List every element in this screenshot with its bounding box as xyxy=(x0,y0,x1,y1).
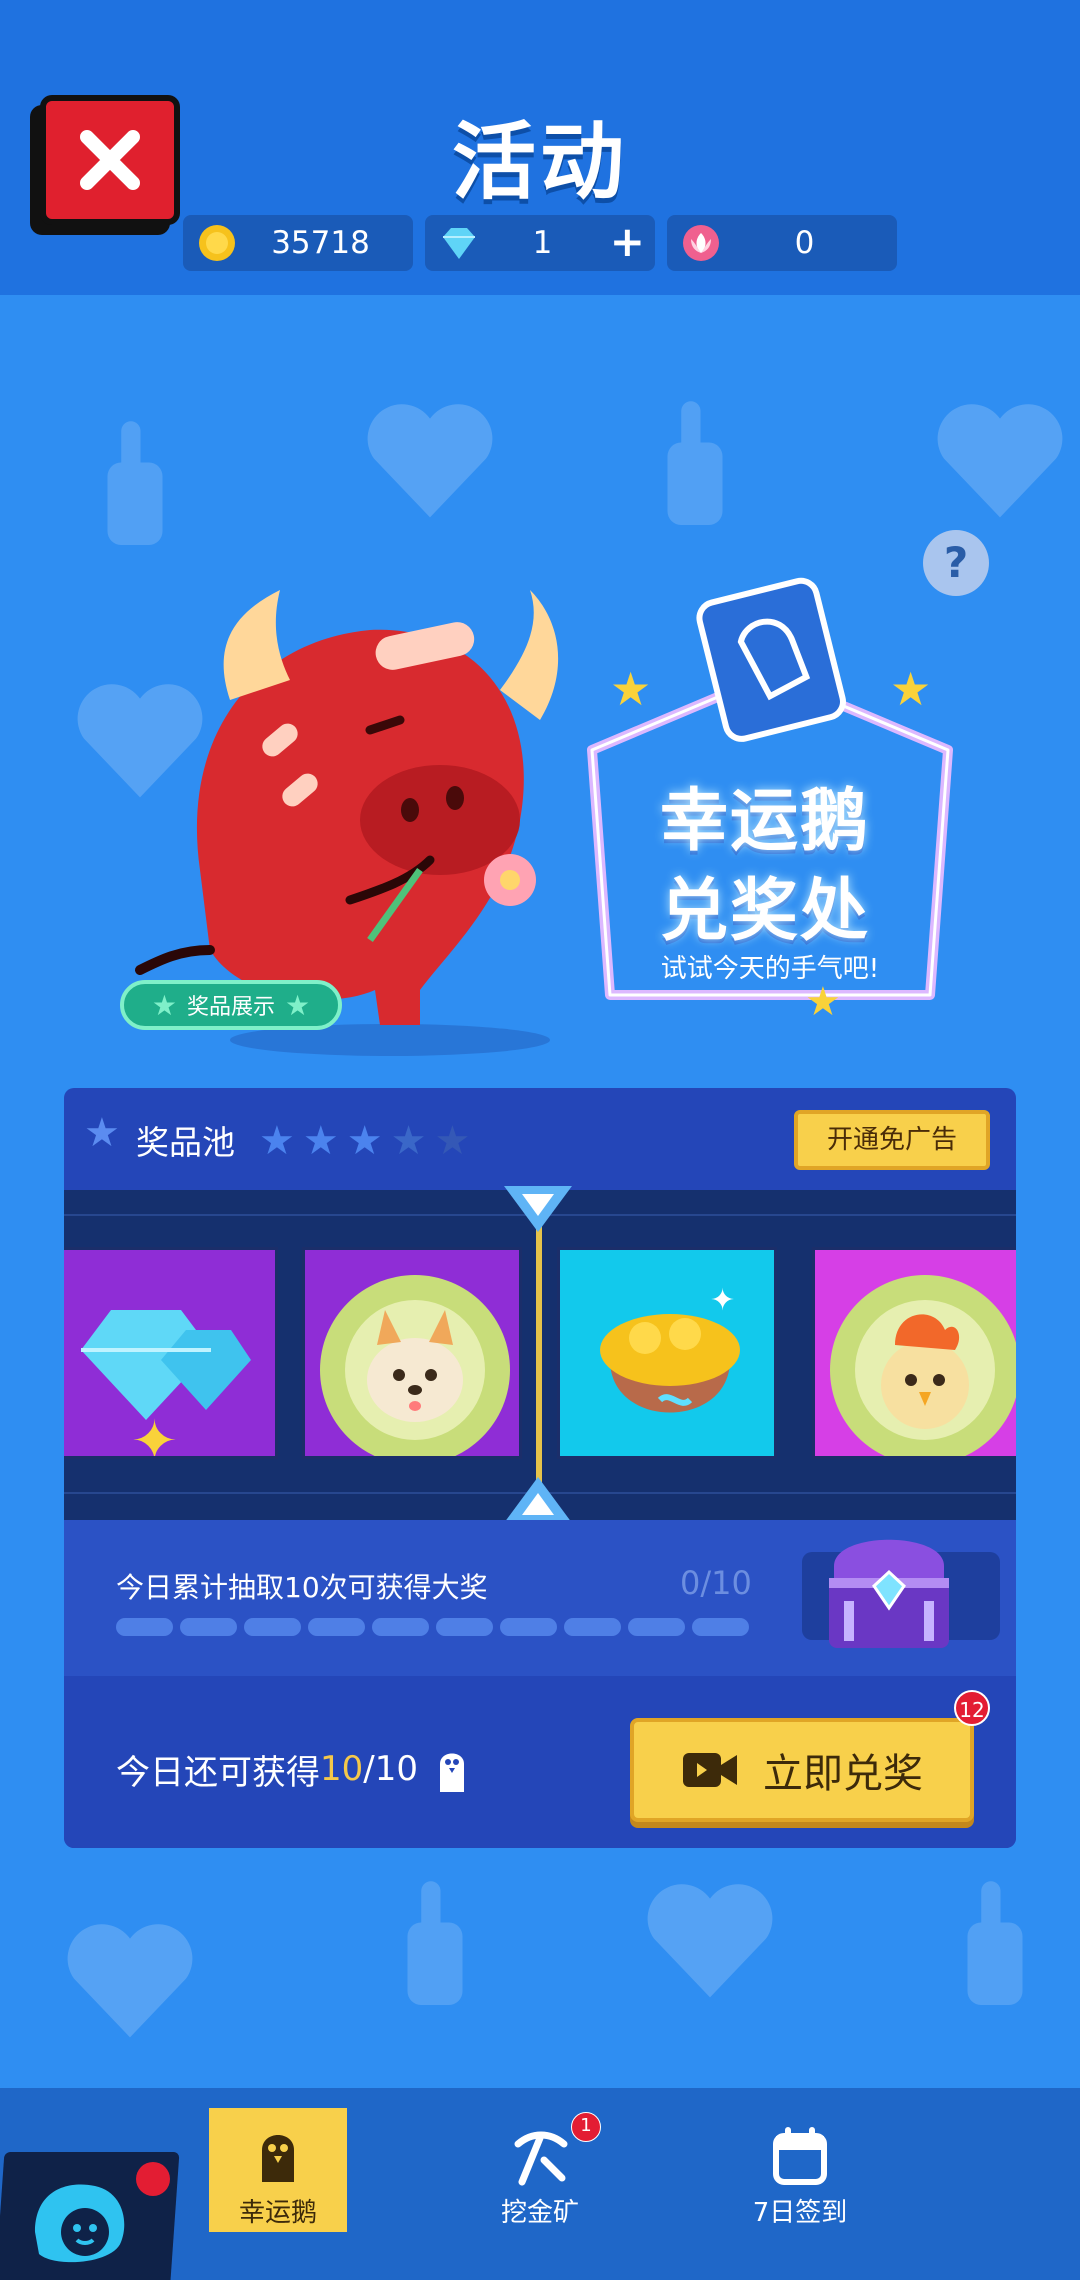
video-camera-icon xyxy=(683,1753,737,1787)
star-filled-icon: ★ xyxy=(259,1118,295,1164)
remaining-total: /10 xyxy=(363,1749,418,1789)
heart-icon xyxy=(937,404,1063,518)
prize-card-gold-bag: ✦ xyxy=(557,1247,777,1459)
sign-title-line2: 兑奖处 xyxy=(659,872,870,951)
diamond-prize-image: ✦ xyxy=(81,1310,251,1459)
coin-icon xyxy=(199,225,235,261)
nav-tab-7day-checkin[interactable]: 7日签到 xyxy=(731,2108,869,2232)
heart-icon xyxy=(647,1884,773,1998)
redeem-now-label: 立即兑奖 xyxy=(763,1751,923,1797)
pickaxe-icon xyxy=(514,2131,568,2186)
lotus-counter: 0 xyxy=(667,215,897,271)
progress-bar xyxy=(116,1618,749,1636)
redeem-now-button[interactable]: 立即兑奖 xyxy=(630,1718,974,1822)
treasure-chest-icon[interactable] xyxy=(804,1506,974,1676)
coin-counter: 35718 xyxy=(183,215,413,271)
star-icon: ★ xyxy=(434,1118,471,1164)
svg-text:✦: ✦ xyxy=(131,1409,178,1459)
svg-text:★: ★ xyxy=(610,662,651,716)
lotus-value: 0 xyxy=(794,225,815,261)
prize-carousel: ✦ ✦ xyxy=(64,1186,1016,1523)
chicken-cabbage-prize-image xyxy=(830,1275,1016,1456)
lotus-icon xyxy=(683,225,719,261)
star-filled-icon: ★ xyxy=(302,1118,339,1164)
gold-mine-badge: 1 xyxy=(571,2112,601,2142)
svg-text:★: ★ xyxy=(890,662,931,716)
add-diamond-button[interactable]: + xyxy=(610,217,645,266)
heart-icon xyxy=(67,1924,193,2038)
no-ads-button[interactable]: 开通免广告 xyxy=(794,1110,990,1170)
hand-icon xyxy=(967,1881,1023,2005)
progress-segment xyxy=(244,1618,301,1636)
remaining-prefix: 今日还可获得 xyxy=(116,1752,320,1793)
mascot-button[interactable] xyxy=(25,2172,135,2267)
progress-text: 今日累计抽取10次可获得大奖 xyxy=(116,1571,488,1604)
progress-segment xyxy=(180,1618,237,1636)
selector-line xyxy=(536,1190,542,1520)
progress-count: 0/10 xyxy=(680,1564,752,1602)
progress-segment xyxy=(372,1618,429,1636)
page-title: 活动 xyxy=(451,113,628,211)
prize-card-diamond: ✦ xyxy=(64,1247,278,1459)
star-filled-icon: ★ xyxy=(346,1118,383,1164)
prize-card-dog xyxy=(302,1247,522,1459)
diamond-value: 1 xyxy=(532,225,553,261)
selector-top-arrow-icon xyxy=(504,1186,572,1232)
daily-progress: 今日累计抽取10次可获得大奖 0/10 xyxy=(64,1520,1016,1676)
remaining-draws: 今日还可获得 10 /10 xyxy=(116,1744,472,1794)
prize-show-badge[interactable]: ★ 奖品展示 ★ xyxy=(120,980,342,1030)
star-icon: ★ xyxy=(390,1118,427,1164)
star-icon: ★ xyxy=(84,1110,120,1156)
star-icon: ★ xyxy=(285,988,311,1022)
star-icon: ★ xyxy=(151,988,177,1022)
progress-segment xyxy=(564,1618,621,1636)
nav-tab-gold-mine[interactable]: 挖金矿 1 xyxy=(471,2108,609,2232)
selector-bottom-arrow-icon xyxy=(504,1477,572,1523)
diamond-counter[interactable]: 1 + xyxy=(425,215,655,271)
prize-pool-header: ★ 奖品池 ★ ★ ★ ★ ★ 开通免广告 xyxy=(64,1088,1016,1190)
sign-title-line1: 幸运鹅 xyxy=(659,782,870,861)
star-rating: ★ ★ ★ ★ ★ xyxy=(259,1118,470,1164)
diamond-icon xyxy=(443,228,475,259)
progress-segment xyxy=(436,1618,493,1636)
goose-icon xyxy=(439,1753,464,1792)
coin-value: 35718 xyxy=(271,225,370,261)
nav-tab-lucky-goose[interactable]: 幸运鹅 xyxy=(209,2108,347,2232)
nav-label-7day-checkin: 7日签到 xyxy=(752,2198,848,2228)
progress-segment xyxy=(500,1618,557,1636)
prize-pool-label: 奖品池 xyxy=(136,1123,235,1162)
calendar-icon xyxy=(773,2127,827,2185)
sign-subtitle: 试试今天的手气吧! xyxy=(660,954,880,984)
progress-segment xyxy=(308,1618,365,1636)
hand-icon xyxy=(407,1881,463,2005)
goose-icon xyxy=(262,2135,294,2182)
hand-icon xyxy=(667,401,723,525)
heart-icon xyxy=(367,404,493,518)
progress-segment xyxy=(628,1618,685,1636)
dog-cabbage-prize-image xyxy=(320,1275,510,1456)
nav-label-lucky-goose: 幸运鹅 xyxy=(238,2198,317,2228)
redeem-count-badge: 12 xyxy=(954,1690,990,1726)
hand-icon xyxy=(107,421,163,545)
progress-segment xyxy=(116,1618,173,1636)
redeem-row: 今日还可获得 10 /10 立即兑奖 12 xyxy=(64,1676,1016,1848)
prize-panel: ★ 奖品池 ★ ★ ★ ★ ★ 开通免广告 ✦ ✦ 今日累计抽取10次可获得大奖… xyxy=(64,1088,1016,1848)
gold-bag-prize-image: ✦ xyxy=(600,1283,740,1413)
prize-show-label: 奖品展示 xyxy=(186,995,275,1020)
notification-dot xyxy=(136,2162,170,2196)
svg-text:✦: ✦ xyxy=(710,1283,735,1318)
prize-card-chicken xyxy=(812,1247,1016,1459)
progress-segment xyxy=(692,1618,749,1636)
header: 活动 35718 1 + 0 xyxy=(0,0,1080,295)
nav-label-gold-mine: 挖金矿 xyxy=(500,2198,579,2228)
remaining-current: 10 xyxy=(320,1749,364,1789)
